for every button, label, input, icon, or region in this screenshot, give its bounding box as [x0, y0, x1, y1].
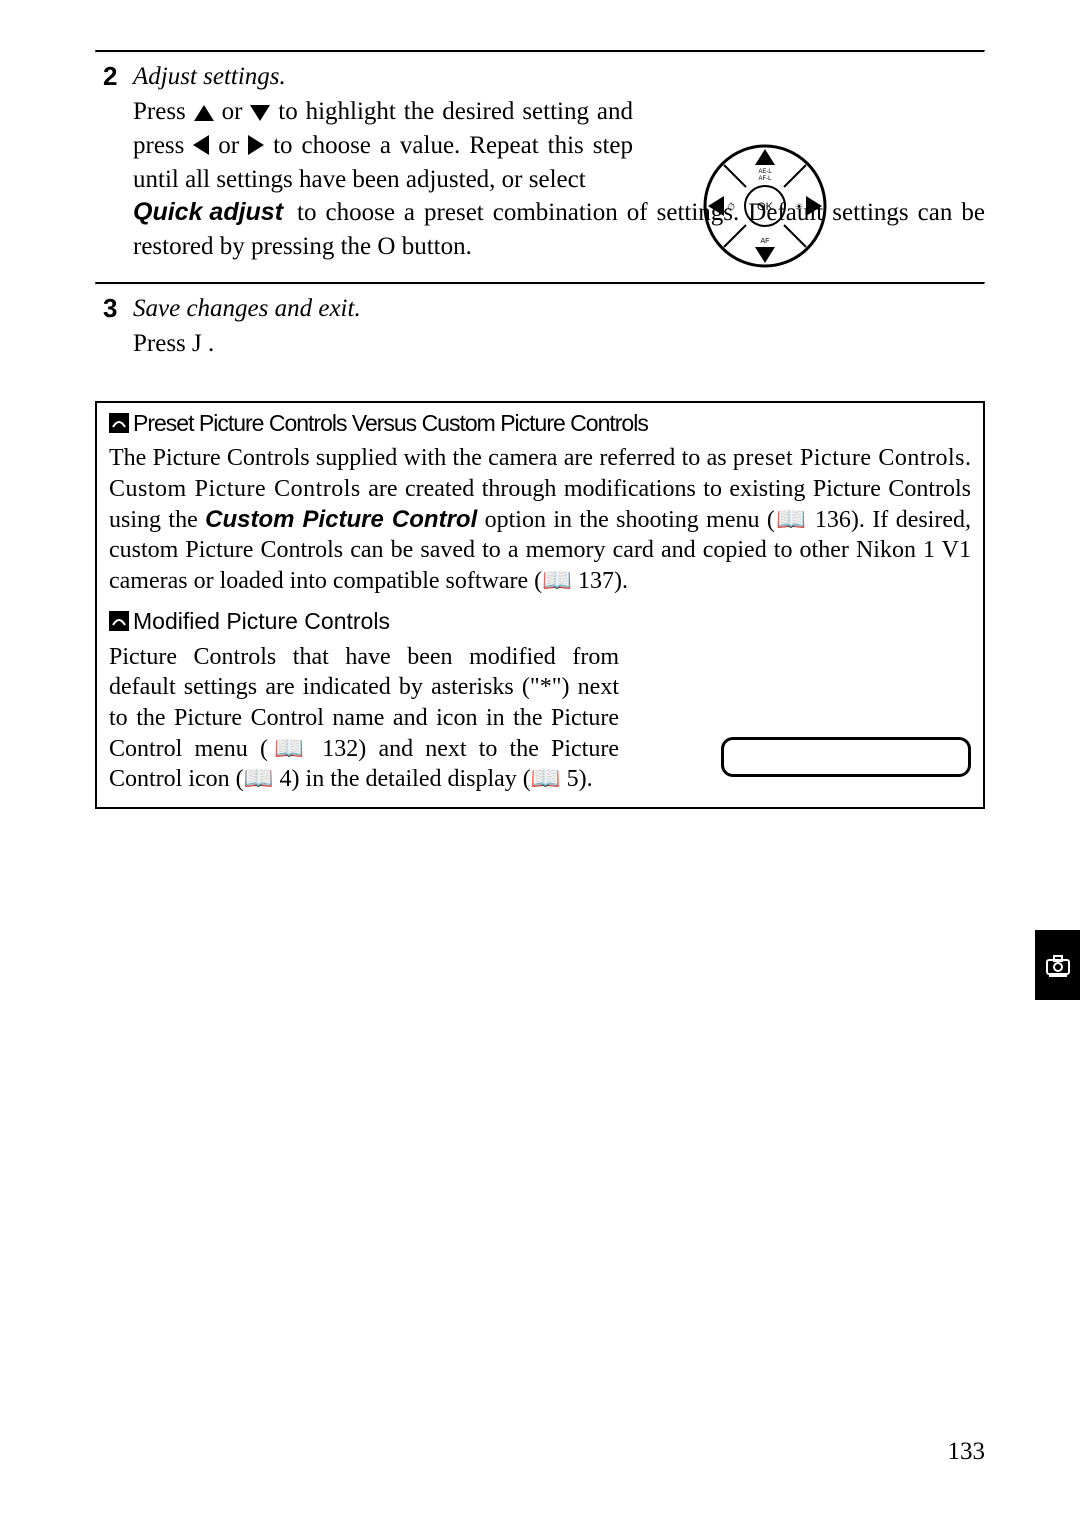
- step-3-body: Press J .: [133, 327, 985, 361]
- custom-picture-control-label: Custom Picture Control: [205, 506, 477, 533]
- lcd-screenshot-placeholder: [721, 737, 971, 777]
- note-icon-1: [109, 411, 129, 442]
- step-2-text-b: or: [214, 98, 251, 125]
- note1-title: Preset Picture Controls Versus Custom Pi…: [133, 410, 648, 436]
- note1-body-b: .: [965, 445, 971, 471]
- note2-title: Modified Picture Controls: [133, 608, 390, 634]
- ael-label: AE-L: [758, 169, 772, 175]
- camera-tab-icon: [1044, 951, 1072, 979]
- step-2-body-full: Quick adjust to choose a preset combinat…: [133, 196, 985, 264]
- note-icon-2: [109, 609, 129, 640]
- note1-preset-word: preset Picture Controls: [733, 445, 965, 471]
- afl-label: AF-L: [758, 176, 772, 182]
- step-2-body-constrained: Press or to highlight the desired settin…: [133, 95, 633, 196]
- note2-title-row: Modified Picture Controls: [109, 607, 971, 640]
- page-number: 133: [948, 1438, 986, 1466]
- note1-custom-word: Custom Picture Controls: [109, 476, 361, 502]
- down-arrow-icon: [250, 105, 270, 121]
- step-2-title: Adjust settings.: [133, 63, 985, 91]
- step-3-block: 3 Save changes and exit. Press J .: [95, 285, 985, 379]
- ok-label: OK: [757, 201, 774, 213]
- step-2-text-a: Press: [133, 98, 194, 125]
- up-arrow-icon: [194, 105, 214, 121]
- af-label: AF: [761, 238, 770, 245]
- right-arrow-icon: [248, 135, 264, 155]
- step-3-title: Save changes and exit.: [133, 295, 985, 323]
- step-3-number: 3: [103, 293, 117, 324]
- note2-body: Picture Controls that have been modified…: [109, 642, 619, 796]
- right-glyph: ☀: [795, 202, 804, 213]
- left-glyph: ⏱: [727, 202, 735, 213]
- note1-title-row: Preset Picture Controls Versus Custom Pi…: [109, 409, 971, 442]
- note-preset-vs-custom: Preset Picture Controls Versus Custom Pi…: [109, 409, 971, 597]
- note1-body: The Picture Controls supplied with the c…: [109, 443, 971, 597]
- step-2-text-d: or: [209, 132, 248, 159]
- section-tab: [1035, 930, 1080, 1000]
- quick-adjust-label: Quick adjust: [133, 196, 288, 230]
- note1-body-a: The Picture Controls supplied with the c…: [109, 445, 733, 471]
- notes-box: Preset Picture Controls Versus Custom Pi…: [95, 401, 985, 810]
- note-modified-controls: Modified Picture Controls Picture Contro…: [109, 607, 971, 795]
- multi-selector-illustration: OK AE-L AF-L AF ⏱ ☀: [700, 141, 830, 276]
- left-arrow-icon: [193, 135, 209, 155]
- step-2-number: 2: [103, 61, 117, 92]
- step-2-block: 2 Adjust settings. Press or to highlight…: [95, 53, 985, 282]
